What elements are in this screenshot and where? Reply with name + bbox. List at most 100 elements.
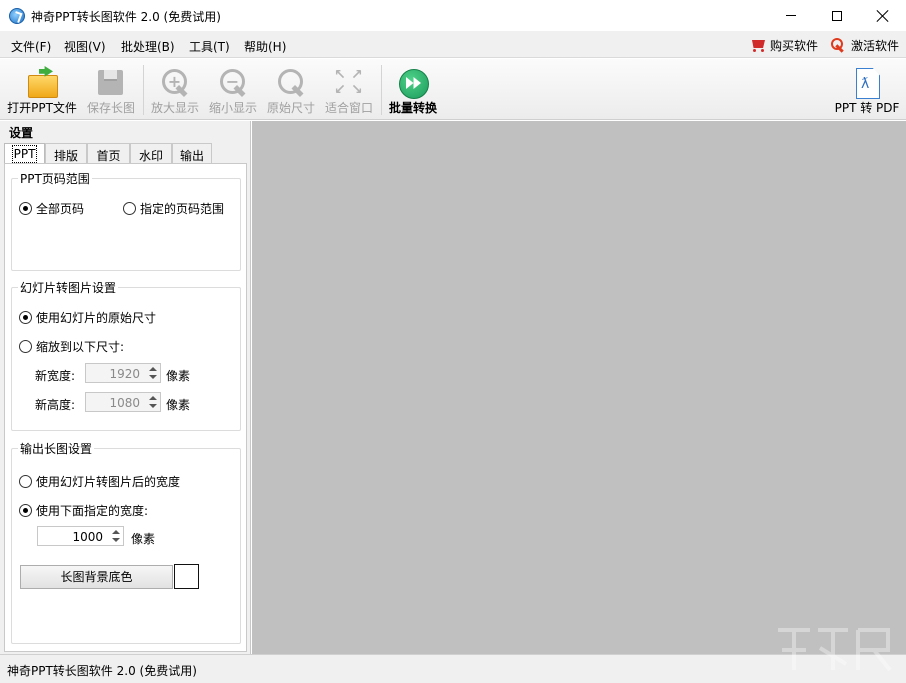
original-size-button[interactable]: 原始尺寸 — [264, 59, 318, 119]
minimize-icon — [786, 15, 796, 16]
page-range-group: PPT页码范围 全部页码 指定的页码范围 — [11, 170, 241, 271]
tab-watermark-label: 水印 — [138, 149, 163, 163]
original-size-label: 原始尺寸 — [266, 101, 315, 115]
tab-layout[interactable]: 排版 — [45, 143, 87, 163]
zoom-out-button[interactable]: − 缩小显示 — [206, 59, 260, 119]
new-width-value: 1920 — [109, 367, 140, 381]
close-icon — [876, 9, 890, 23]
ppt-to-pdf-button[interactable]: PPT 转 PDF — [832, 59, 902, 119]
toolbar-separator — [143, 65, 144, 115]
new-height-label: 新高度: — [35, 398, 76, 412]
slide-image-group: 幻灯片转图片设置 使用幻灯片的原始尺寸 缩放到以下尺寸: 新宽度: 1920 像… — [11, 279, 241, 431]
tab-ppt-label: PPT — [11, 145, 38, 163]
output-width-unit: 像素 — [131, 532, 156, 546]
scale-size-radio[interactable]: 缩放到以下尺寸: — [19, 338, 124, 355]
batch-convert-button[interactable]: 批量转换 — [386, 59, 440, 119]
maximize-icon — [832, 10, 842, 21]
fit-window-button[interactable]: ↖ ↗ ↙ ↘ 适合窗口 — [322, 59, 376, 119]
all-pages-radio-dot — [19, 202, 32, 215]
output-width-value: 1000 — [72, 530, 103, 544]
output-image-title: 输出长图设置 — [18, 440, 95, 457]
title-bar: 神奇PPT转长图软件 2.0 (免费试用) — [0, 0, 906, 31]
buy-software-label: 购买软件 — [770, 38, 819, 53]
ppt-to-pdf-label: PPT 转 PDF — [834, 101, 900, 115]
buy-software-link[interactable]: 购买软件 — [749, 36, 818, 54]
menu-tools[interactable]: 工具(T) — [189, 38, 230, 55]
new-height-value: 1080 — [109, 396, 140, 410]
status-text: 神奇PPT转长图软件 2.0 (免费试用) — [7, 664, 197, 678]
open-folder-icon — [26, 67, 58, 99]
tab-output[interactable]: 输出 — [172, 143, 212, 163]
tab-ppt[interactable]: PPT — [4, 143, 45, 164]
save-disk-icon — [94, 67, 126, 99]
toolbar: 打开PPT文件 保存长图 + 放大显示 − 缩小显示 原始尺寸 ↖ ↗ ↙ ↘ 适合窗… — [0, 59, 906, 120]
specified-pages-label: 指定的页码范围 — [140, 202, 225, 216]
batch-convert-label: 批量转换 — [388, 101, 437, 115]
tab-output-label: 输出 — [179, 149, 204, 163]
new-height-spinner[interactable]: 1080 — [85, 392, 161, 412]
zoom-in-label: 放大显示 — [150, 101, 199, 115]
custom-width-radio-dot — [19, 504, 32, 517]
new-width-label: 新宽度: — [35, 369, 76, 383]
menu-file[interactable]: 文件(F) — [11, 38, 51, 55]
output-width-spinner[interactable]: 1000 — [37, 526, 124, 546]
menu-view[interactable]: 视图(V) — [64, 38, 106, 55]
zoom-in-icon: + — [159, 67, 191, 99]
all-pages-radio[interactable]: 全部页码 — [19, 200, 84, 217]
key-icon — [830, 37, 846, 53]
toolbar-separator — [381, 65, 382, 115]
scale-size-radio-dot — [19, 340, 32, 353]
new-width-unit: 像素 — [166, 369, 191, 383]
background-color-swatch[interactable] — [174, 564, 199, 589]
app-logo-icon — [9, 8, 25, 24]
slide-width-radio[interactable]: 使用幻灯片转图片后的宽度 — [19, 473, 180, 490]
background-color-button[interactable]: 长图背景底色 — [20, 565, 173, 589]
preview-canvas[interactable] — [252, 121, 906, 654]
tab-layout-label: 排版 — [53, 149, 78, 163]
window-title: 神奇PPT转长图软件 2.0 (免费试用) — [31, 10, 221, 24]
output-image-group: 输出长图设置 使用幻灯片转图片后的宽度 使用下面指定的宽度: 1000 像素 长… — [11, 440, 241, 644]
maximize-button[interactable] — [814, 0, 860, 31]
save-image-button[interactable]: 保存长图 — [84, 59, 138, 119]
tab-cover[interactable]: 首页 — [87, 143, 130, 163]
original-size-radio-label: 使用幻灯片的原始尺寸 — [36, 311, 157, 325]
all-pages-label: 全部页码 — [36, 202, 85, 216]
new-width-spinner[interactable]: 1920 — [85, 363, 161, 383]
menu-batch[interactable]: 批处理(B) — [121, 38, 175, 55]
minimize-button[interactable] — [768, 0, 814, 31]
pdf-document-icon — [850, 67, 882, 99]
specified-pages-radio-dot — [123, 202, 136, 215]
activate-software-link[interactable]: 激活软件 — [830, 36, 899, 54]
batch-convert-icon — [397, 67, 429, 99]
menu-bar: 文件(F) 视图(V) 批处理(B) 工具(T) 帮助(H) 购买软件 激活软件 — [0, 31, 906, 58]
spinner-arrows-icon[interactable] — [111, 528, 121, 544]
original-size-radio[interactable]: 使用幻灯片的原始尺寸 — [19, 309, 156, 326]
zoom-in-button[interactable]: + 放大显示 — [148, 59, 202, 119]
slide-width-radio-dot — [19, 475, 32, 488]
tab-watermark[interactable]: 水印 — [130, 143, 172, 163]
activate-software-label: 激活软件 — [851, 38, 900, 53]
settings-title: 设置 — [9, 126, 34, 140]
spinner-arrows-icon[interactable] — [148, 365, 158, 381]
new-height-unit: 像素 — [166, 398, 191, 412]
save-image-label: 保存长图 — [86, 101, 135, 115]
ppt-tab-page: PPT页码范围 全部页码 指定的页码范围 幻灯片转图片设置 使用幻灯片的原始尺寸… — [4, 163, 247, 652]
open-ppt-button[interactable]: 打开PPT文件 — [6, 59, 78, 119]
zoom-out-label: 缩小显示 — [208, 101, 257, 115]
page-range-title: PPT页码范围 — [18, 170, 92, 187]
custom-width-radio[interactable]: 使用下面指定的宽度: — [19, 502, 148, 519]
zoom-out-icon: − — [217, 67, 249, 99]
shopping-cart-icon — [749, 37, 767, 53]
original-size-radio-dot — [19, 311, 32, 324]
specified-pages-radio[interactable]: 指定的页码范围 — [123, 200, 224, 217]
open-ppt-label: 打开PPT文件 — [7, 101, 77, 115]
fit-window-label: 适合窗口 — [324, 101, 373, 115]
slide-width-radio-label: 使用幻灯片转图片后的宽度 — [36, 475, 181, 489]
close-button[interactable] — [860, 0, 906, 31]
slide-image-title: 幻灯片转图片设置 — [18, 279, 119, 296]
watermark-logo-icon — [778, 628, 892, 672]
menu-help[interactable]: 帮助(H) — [244, 38, 286, 55]
spinner-arrows-icon[interactable] — [148, 394, 158, 410]
fit-window-icon: ↖ ↗ ↙ ↘ — [334, 67, 363, 98]
scale-size-radio-label: 缩放到以下尺寸: — [36, 340, 125, 354]
